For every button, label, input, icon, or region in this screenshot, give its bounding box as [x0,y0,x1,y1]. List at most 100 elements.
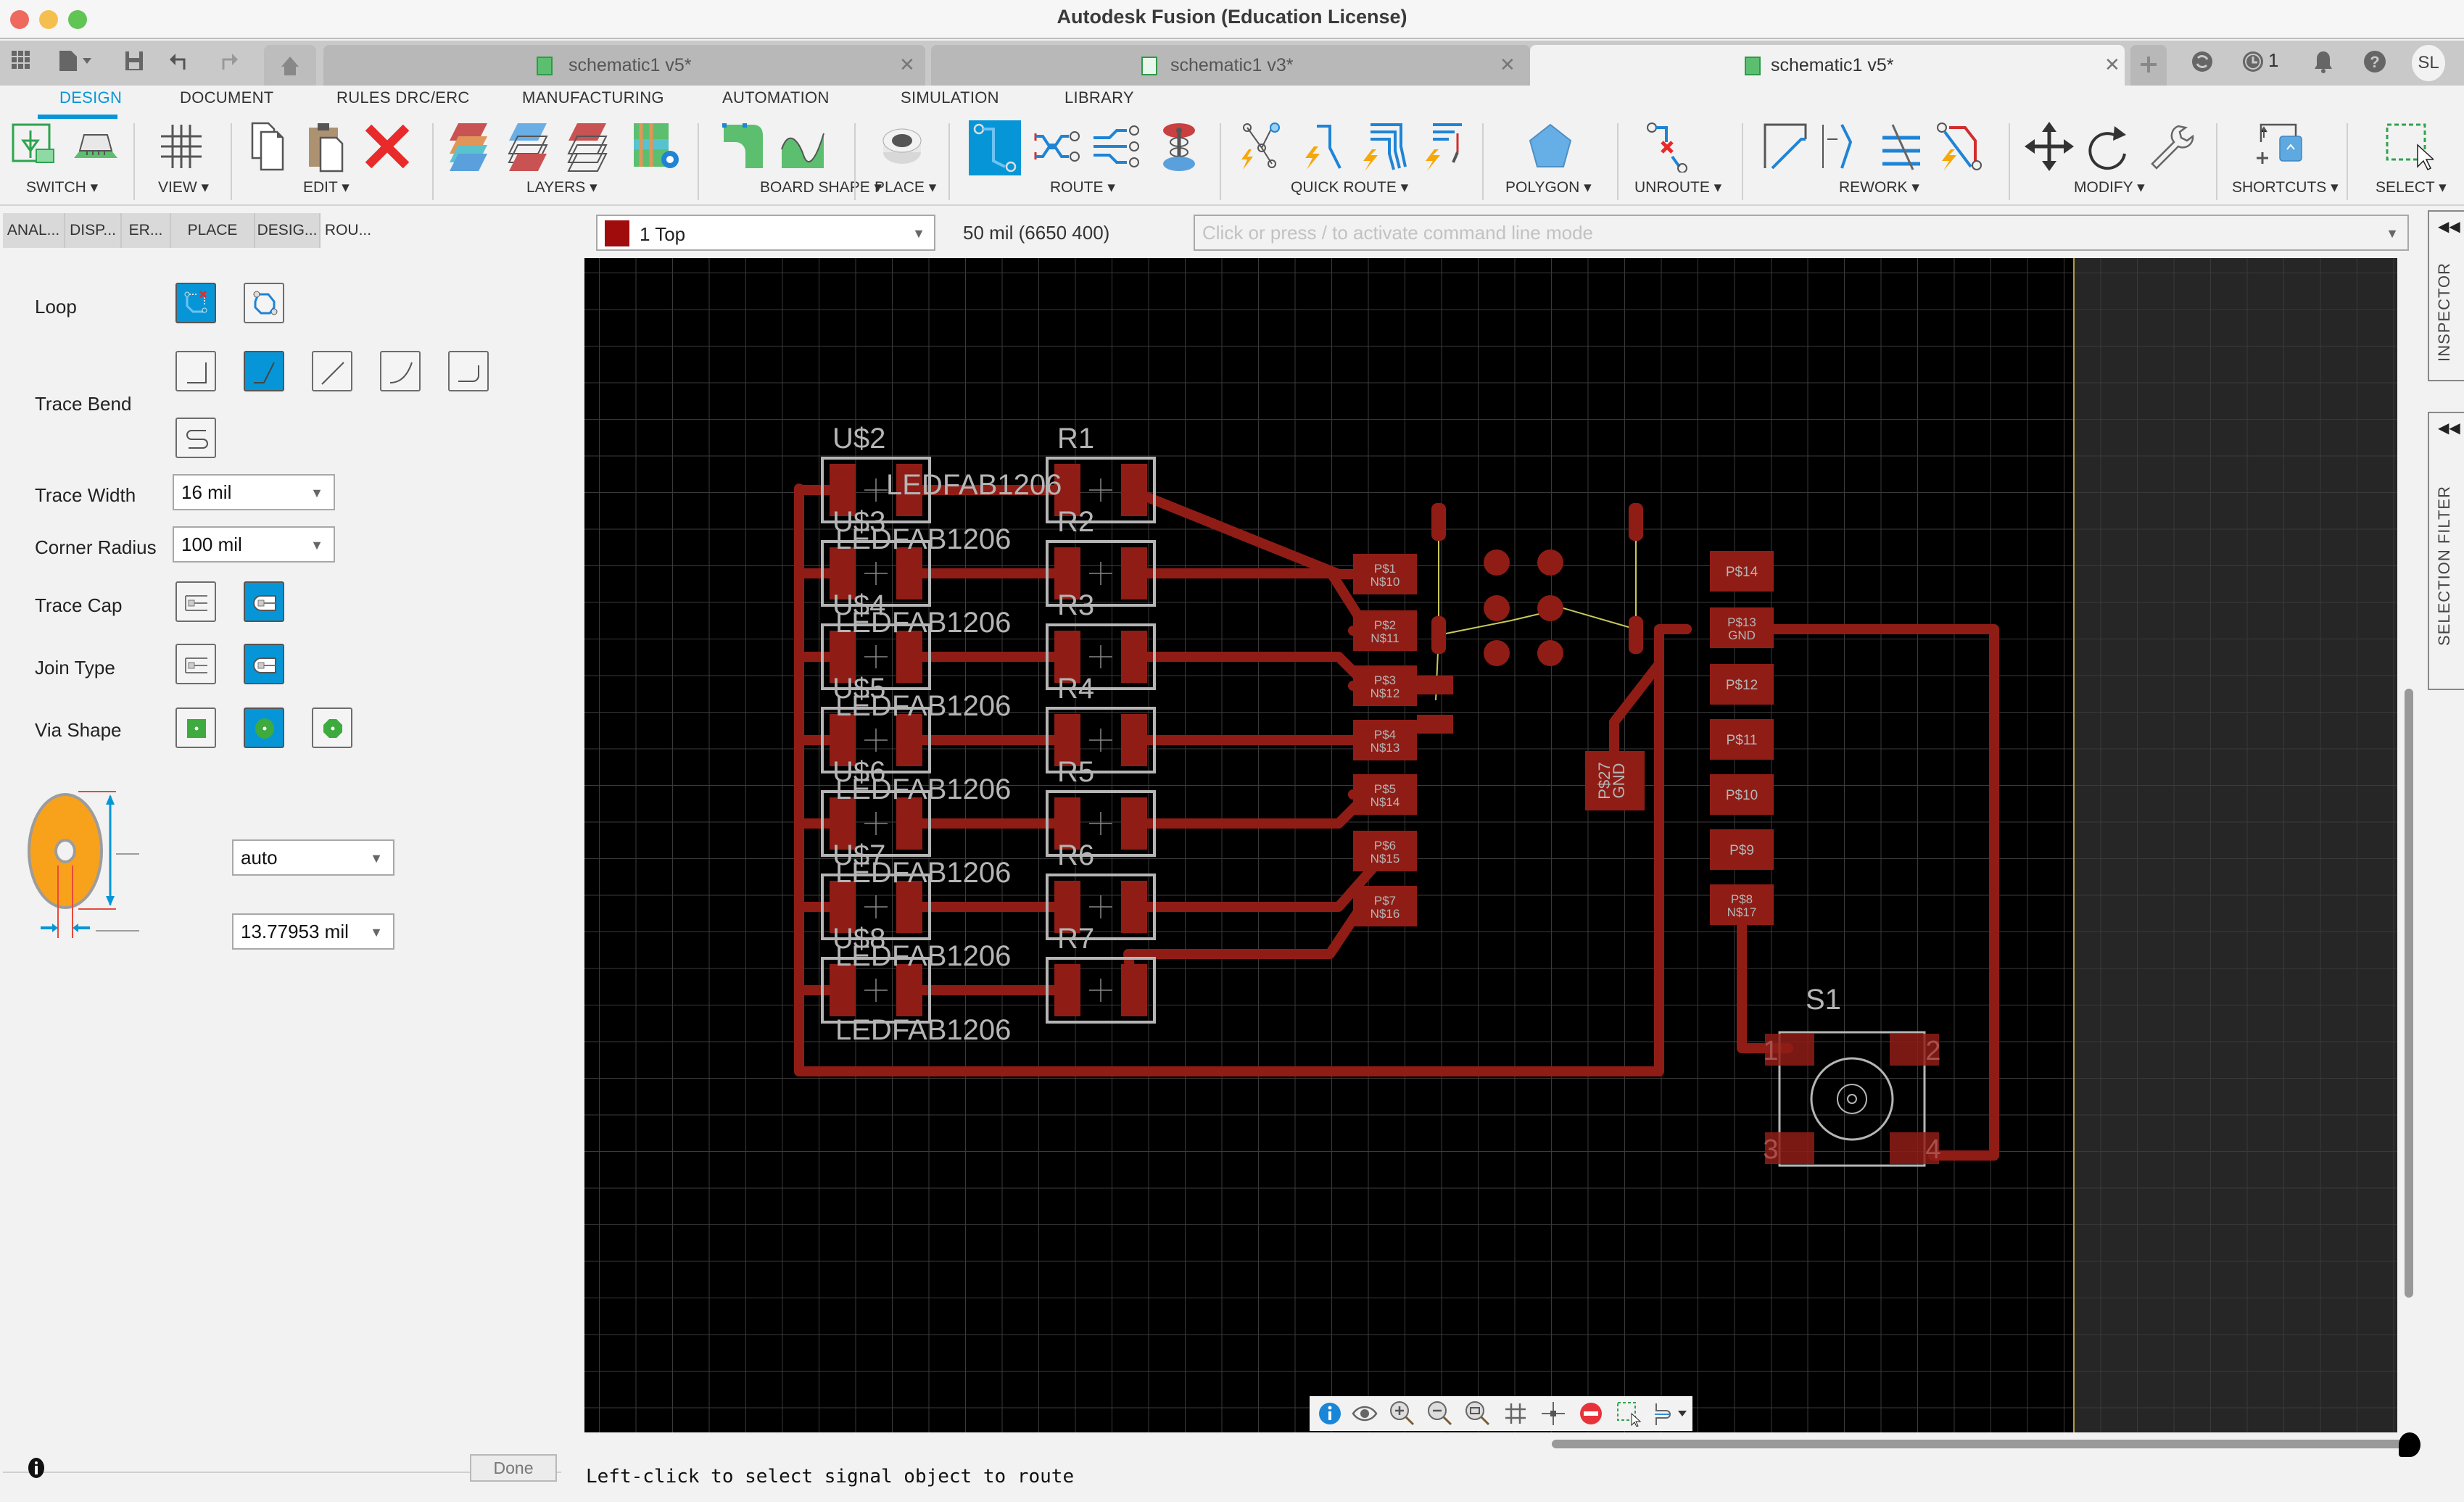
grid-icon[interactable] [1502,1401,1529,1427]
app-grid-icon[interactable] [10,49,32,77]
polygon-icon[interactable] [1524,120,1576,173]
layer-select[interactable]: 1 Top ▼ [596,215,935,251]
ribbon-group-switch[interactable]: SWITCH ▾ [26,178,98,196]
window-select-icon[interactable] [1616,1401,1642,1427]
inspector-panel-tab[interactable]: ◀◀ INSPECTOR [2428,210,2464,381]
quick-route-signal-icon[interactable] [1295,120,1347,173]
info-icon[interactable] [1317,1401,1343,1427]
ribbon-tab-rules-drc-erc[interactable]: RULES DRC/ERC [336,88,470,107]
undo-icon[interactable] [168,49,190,78]
layer-top-icon[interactable] [505,120,557,173]
zoom-out-icon[interactable] [1427,1401,1453,1427]
ribbon-group-select[interactable]: SELECT ▾ [2376,178,2447,196]
command-line[interactable]: ▼ [1194,215,2409,251]
job-status-icon[interactable] [2241,49,2265,74]
ribbon-tab-manufacturing[interactable]: MANUFACTURING [522,88,664,107]
move-icon[interactable] [2023,120,2075,173]
vertical-scrollbar[interactable] [2405,689,2413,1298]
chevron-down-icon[interactable]: ▼ [2386,226,2399,241]
quick-route-airwire-icon[interactable] [1236,120,1288,173]
pcb-canvas[interactable]: U$2 R1 U$3 R2 U$4 R3 U$5 R4 U$6 R5 U$7 R6 U$8 R7 LEDFA… [584,258,2397,1432]
eye-icon[interactable] [1352,1401,1378,1427]
trace-bend-arc-button[interactable] [380,351,421,391]
info-icon[interactable] [28,1457,45,1479]
doc-tab-2[interactable]: schematic1 v3* ✕ [931,45,1530,86]
via-shape-octagon-button[interactable] [312,708,352,748]
via-shape-square-button[interactable] [175,708,216,748]
wrench-icon[interactable] [2145,120,2197,173]
via-shape-round-button[interactable] [244,708,284,748]
ribbon-group-quick-route[interactable]: QUICK ROUTE ▾ [1291,178,1408,196]
ribbon-group-shortcuts[interactable]: SHORTCUTS ▾ [2232,178,2339,196]
ribbon-group-view[interactable]: VIEW ▾ [158,178,209,196]
ribbon-group-layers[interactable]: LAYERS ▾ [526,178,598,196]
loop-keep-button[interactable] [244,283,284,323]
trace-width-select[interactable]: 16 mil ▼ [173,474,335,510]
via-stack-icon[interactable] [1153,120,1205,173]
layer-settings-icon[interactable] [445,120,497,173]
quick-route-fanout-icon[interactable] [1418,120,1471,173]
canvas-corner-resize-icon[interactable] [2399,1432,2420,1457]
stop-command-icon[interactable] [1578,1401,1604,1427]
close-tab-icon[interactable]: ✕ [899,54,915,76]
board-curve-icon[interactable] [777,120,830,173]
board-outline-icon[interactable] [716,120,769,173]
new-tab-button[interactable] [2130,45,2167,86]
expand-chevron-icon[interactable]: ◀◀ [2438,217,2460,236]
trace-cap-round-button[interactable] [244,581,284,622]
ribbon-group-polygon[interactable]: POLYGON ▾ [1505,178,1592,196]
ribbon-tab-library[interactable]: LIBRARY [1064,88,1134,107]
shortcuts-icon[interactable] [2254,120,2306,173]
ribbon-tab-simulation[interactable]: SIMULATION [901,88,999,107]
join-type-round-button[interactable] [244,644,284,684]
route-manual-button-active[interactable] [969,120,1021,175]
copy-icon[interactable] [242,120,294,173]
pcb-drawing[interactable]: U$2 R1U$3 R2U$4 R3U$5 R4U$6 R5U$7 R6U$8 R7LEDFA… [584,258,2397,1432]
sync-icon[interactable] [2190,49,2215,74]
doc-tab-1[interactable]: schematic1 v5* ✕ [323,45,925,86]
panel-tab-route[interactable]: ROU... [321,213,376,248]
done-button[interactable]: Done [470,1454,557,1482]
window-select-icon[interactable] [2381,120,2434,173]
panel-tab-display[interactable]: DISP... [65,213,122,248]
via-drill-select[interactable]: 13.77953 mil ▼ [232,913,394,950]
trace-cap-flat-button[interactable] [175,581,216,622]
ribbon-group-rework[interactable]: REWORK ▾ [1839,178,1919,196]
ribbon-group-place[interactable]: PLACE ▾ [875,178,936,196]
panel-tab-analysis[interactable]: ANAL... [3,213,65,248]
join-type-flat-button[interactable] [175,644,216,684]
save-icon[interactable] [123,49,145,78]
via-diameter-select[interactable]: auto ▼ [232,839,394,876]
close-tab-icon[interactable]: ✕ [1500,54,1516,76]
ribbon-group-board-shape[interactable]: BOARD SHAPE ▾ [760,178,882,196]
file-menu-icon[interactable] [58,49,94,78]
ribbon-group-unroute[interactable]: UNROUTE ▾ [1634,178,1721,196]
route-multiple-icon[interactable] [1089,120,1141,173]
expand-chevron-icon[interactable]: ◀◀ [2438,419,2460,437]
trace-bend-90-button[interactable] [175,351,216,391]
help-icon[interactable]: ? [2362,49,2387,74]
via-icon[interactable] [876,120,928,173]
unroute-icon[interactable] [1645,120,1697,173]
ribbon-tab-design[interactable]: DESIGN [59,88,122,107]
trace-bend-round-button[interactable] [448,351,489,391]
command-line-input[interactable] [1202,220,2362,245]
trace-bend-free-button[interactable] [312,351,352,391]
ribbon-tab-automation[interactable]: AUTOMATION [722,88,830,107]
switch-to-3d-pcb-icon[interactable] [70,120,122,173]
loop-remove-button[interactable] [175,283,216,323]
rotate-icon[interactable] [2085,120,2138,173]
notifications-bell-icon[interactable] [2312,49,2335,74]
zoom-fit-icon[interactable] [1465,1401,1491,1427]
panel-tab-errors[interactable]: ER... [122,213,171,248]
quick-route-multiple-icon[interactable] [1356,120,1408,173]
home-tab[interactable] [264,45,316,86]
rework-reroute-icon[interactable] [1936,120,1988,173]
rework-bend-icon[interactable] [1817,120,1869,173]
ribbon-tab-document[interactable]: DOCUMENT [180,88,274,107]
rework-slide-icon[interactable] [1758,120,1810,173]
user-avatar[interactable]: SL [2412,45,2445,81]
selection-filter-panel-tab[interactable]: ◀◀ SELECTION FILTER [2428,412,2464,690]
trace-bend-45-button[interactable] [244,351,284,391]
doc-tab-3-active[interactable]: schematic1 v5* ✕ [1530,45,2125,86]
